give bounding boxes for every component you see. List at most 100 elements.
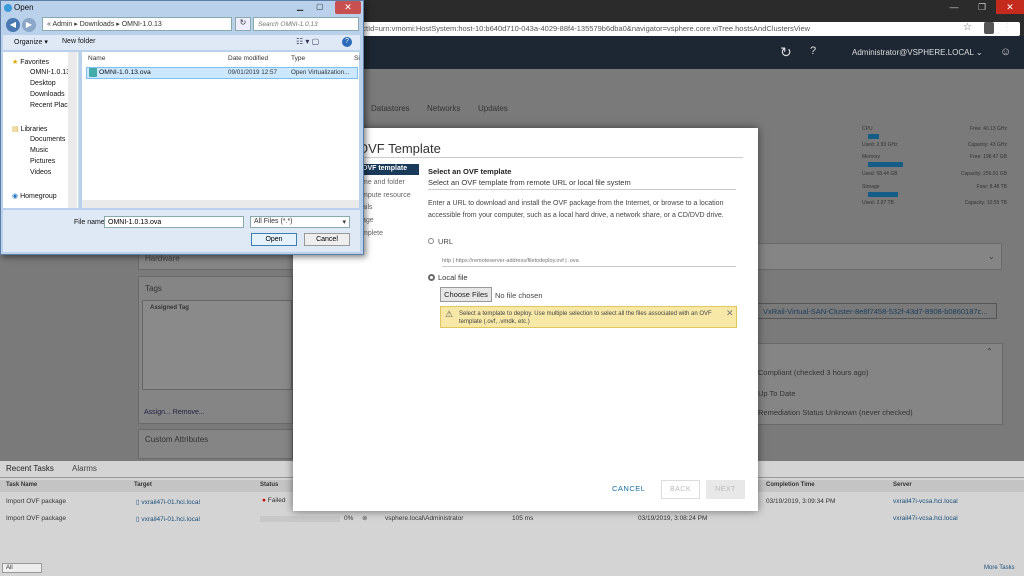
url-radio-label[interactable]: URL [438,237,453,246]
url-input[interactable] [442,255,736,267]
update-status: Up To Date [758,389,796,398]
help-icon[interactable]: ? [810,45,816,57]
nav-item-downloads[interactable]: Downloads [30,91,65,98]
task-queued: 105 ms [512,515,534,522]
organize-menu[interactable]: Organize ▾ [14,38,48,46]
browser-menu-icon[interactable]: ⋮ [1002,22,1012,33]
task-server-link[interactable]: vxrail47i-vcsa.hci.local [893,498,958,505]
back-button[interactable]: BACK [661,480,700,499]
forward-arrow-icon[interactable]: ▶ [22,18,36,32]
view-options-icon[interactable]: ☷ ▾ ▢ [296,37,319,46]
tab-alarms[interactable]: Alarms [72,464,97,473]
col-status[interactable]: Status [260,482,278,488]
task-filter-select[interactable]: All [2,563,42,573]
extension-icon[interactable] [984,22,994,34]
storage-usage-row: Used: 2.07 TB Capacity: 10.55 TB [862,200,1007,206]
url-radio[interactable] [428,238,434,244]
nav-item-videos[interactable]: Videos [30,169,51,176]
file-date: 09/01/2019 12:57 [228,69,278,76]
local-file-radio[interactable] [428,274,435,281]
open-button[interactable]: Open [251,233,297,246]
minimize-icon[interactable]: ▁ [297,2,303,11]
no-file-text: No file chosen [495,291,543,300]
step-heading: Select an OVF template [428,167,512,176]
col-server[interactable]: Server [893,482,912,488]
chevron-down-icon: ▾ [342,219,346,226]
step-name-folder[interactable]: me and folder [362,179,405,186]
warning-icon: ⚠ [445,309,454,319]
close-icon[interactable]: ✕ [726,308,734,319]
chevron-down-icon[interactable]: ⌄ [988,252,995,261]
memory-usage-row: Used: 58.44 GB Capacity: 256.91 GB [862,171,1007,177]
path-breadcrumb[interactable]: « Admin ▸ Downloads ▸ OMNI-1.0.13 [42,17,232,31]
nav-scrollbar[interactable] [68,52,77,208]
col-target[interactable]: Target [134,482,152,488]
nav-item-pictures[interactable]: Pictures [30,158,55,165]
tab-datastores[interactable]: Datastores [371,104,410,113]
new-folder-button[interactable]: New folder [62,38,95,45]
refresh-icon[interactable]: ↻ [235,17,251,31]
nav-item-documents[interactable]: Documents [30,136,65,143]
minimize-button[interactable]: — [940,0,968,14]
maximize-icon[interactable]: ▢ [316,2,324,11]
tab-updates[interactable]: Updates [478,104,508,113]
col-completion-time[interactable]: Completion Time [766,482,815,488]
bookmark-star-icon[interactable]: ☆ [963,22,972,33]
cancel-task-icon[interactable]: ⊗ [362,514,367,522]
nav-homegroup[interactable]: ◉ Homegroup [12,192,57,200]
divider [358,157,743,158]
chevron-up-icon[interactable]: ⌃ [986,347,993,356]
file-type: Open Virtualization... [291,69,350,76]
more-tasks-link[interactable]: More Tasks [984,565,1015,571]
task-target-link[interactable]: ▯ vxrail47i-01.hci.local [136,498,200,506]
col-date-modified[interactable]: Date modified [228,55,268,62]
nav-item-omni[interactable]: OMNI-1.0.13 [30,69,70,76]
custom-attributes-panel [138,429,293,459]
tab-recent-tasks[interactable]: Recent Tasks [6,464,54,473]
col-size[interactable]: Si [354,55,360,62]
help-icon[interactable]: ? [342,37,352,47]
cancel-button[interactable]: CANCEL [612,484,645,493]
task-status: ● Failed [262,497,286,504]
nav-favorites[interactable]: ★ Favorites [12,58,49,66]
step-ovf-template[interactable]: OVF template [358,164,419,175]
close-window-button[interactable]: ✕ [996,0,1024,14]
cpu-usage-bar [868,134,879,139]
step-compute-resource[interactable]: mpute resource [362,192,411,199]
file-name[interactable]: OMNI-1.0.13.ova [99,69,151,76]
tab-networks[interactable]: Networks [427,104,460,113]
horizontal-scrollbar[interactable] [82,200,359,208]
file-name-input[interactable] [104,216,244,228]
search-input[interactable] [253,17,359,31]
address-bar[interactable]: ...y/objectId=urn:vmomi:HostSystem:host-… [330,22,1020,36]
nav-item-desktop[interactable]: Desktop [30,80,56,87]
col-type[interactable]: Type [291,55,305,62]
assigned-tag-column[interactable]: Assigned Tag [150,305,189,311]
star-icon: ★ [12,59,21,66]
next-button[interactable]: NEXT [706,480,745,499]
resource-summary: CPU Free: 40.13 GHz Used: 2.93 GHz Capacit… [862,122,1012,212]
task-target-link[interactable]: ▯ vxrail47i-01.hci.local [136,515,200,523]
back-arrow-icon[interactable]: ◀ [6,18,20,32]
nav-item-music[interactable]: Music [30,147,48,154]
col-name[interactable]: Name [88,55,105,62]
user-menu[interactable]: Administrator@VSPHERE.LOCAL ⌄ [852,48,983,57]
refresh-icon[interactable]: ↻ [780,44,792,61]
file-type-select[interactable]: All Files (*.*) ▾ [250,216,350,228]
col-task-name[interactable]: Task Name [6,482,37,488]
task-server-link[interactable]: vxrail47i-vcsa.hci.local [893,515,958,522]
tags-title: Tags [145,284,162,293]
step-subheading: Select an OVF template from remote URL o… [428,178,631,187]
cancel-button[interactable]: Cancel [304,233,350,246]
maximize-button[interactable]: ❐ [968,0,996,14]
tags-actions[interactable]: Assign... Remove... [144,409,205,416]
nav-libraries[interactable]: ▤ Libraries [12,125,47,133]
window-controls: — ❐ ✕ [934,0,1024,14]
feedback-smiley-icon[interactable]: ☺ [1000,46,1011,58]
local-file-label[interactable]: Local file [438,273,468,282]
close-dialog-button[interactable]: ✕ [335,1,361,14]
step-complete[interactable]: mplete [362,230,383,237]
storage-usage-bar [868,192,898,197]
cluster-link[interactable]: VxRail-Virtual-SAN-Cluster-8e8f7458-532f… [757,303,997,319]
choose-files-button[interactable]: Choose Files [440,287,492,302]
